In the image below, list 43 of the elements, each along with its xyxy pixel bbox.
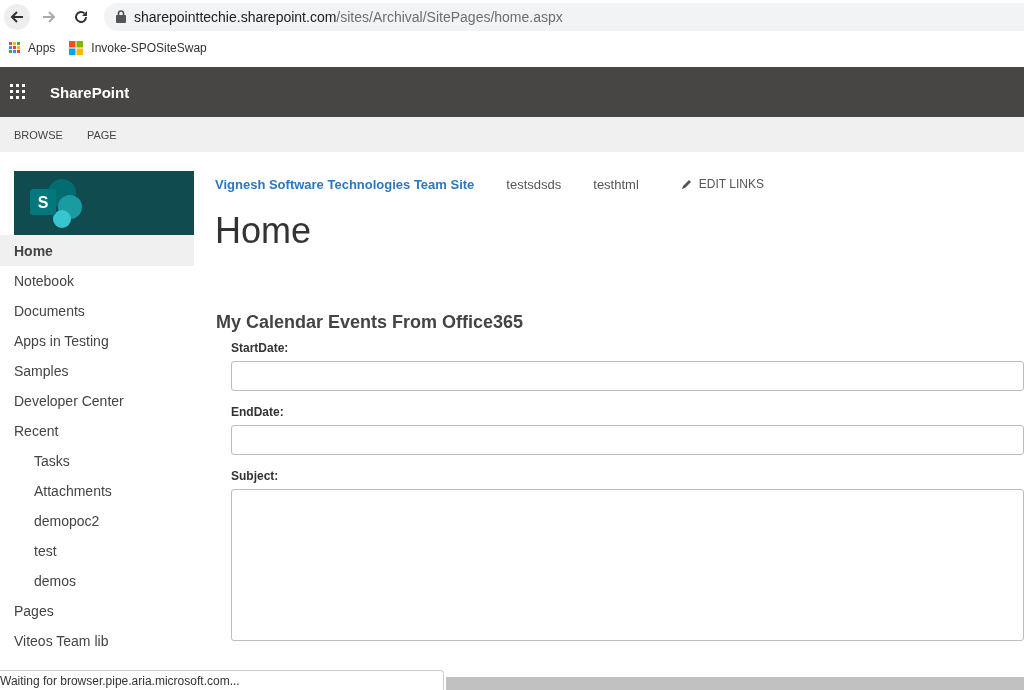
page-title: Home (215, 210, 313, 253)
edit-links-button[interactable]: EDIT LINKS (680, 177, 764, 191)
nav-link[interactable]: test (0, 536, 194, 566)
nav-link[interactable]: Notebook (0, 266, 194, 296)
scrollbar[interactable] (446, 677, 1024, 690)
reload-icon (73, 8, 89, 25)
input-field[interactable] (231, 361, 1024, 391)
nav-link[interactable]: demos (0, 566, 194, 596)
nav-link[interactable]: testsdsds (506, 176, 562, 192)
app-launcher-icon[interactable] (10, 84, 26, 100)
section-heading: My Calendar Events From Office365 (216, 312, 525, 333)
nav-link[interactable]: Attachments (0, 476, 194, 506)
bookmark[interactable]: Apps (9, 40, 56, 55)
site-title-link[interactable]: Vignesh Software Technologies Team Site (215, 176, 475, 192)
apps-grid-icon (9, 42, 20, 53)
ribbon-tab[interactable]: PAGE (86, 128, 117, 141)
nav-link[interactable]: Developer Center (0, 386, 194, 416)
nav-link[interactable]: Documents (0, 296, 194, 326)
windows-logo-icon (69, 40, 84, 55)
nav-link[interactable]: Viteos Team lib (0, 626, 194, 656)
lock-icon (116, 10, 126, 23)
nav-link[interactable]: Home (0, 235, 194, 266)
ribbon-tab[interactable]: BROWSE (14, 128, 63, 141)
address-bar[interactable]: sharepointtechie.sharepoint.com/sites/Archival/SitePages/home.aspx (104, 2, 1024, 31)
field-label: Subject: (231, 469, 280, 485)
app-title[interactable]: SharePoint (50, 83, 130, 101)
nav-link[interactable]: testhtml (593, 176, 639, 192)
back-button[interactable] (4, 3, 30, 30)
nav-link[interactable]: demopoc2 (0, 506, 194, 536)
bookmark[interactable]: Invoke-SPOSiteSwap (69, 40, 207, 55)
nav-link[interactable]: Pages (0, 596, 194, 626)
site-logo[interactable]: S (14, 171, 194, 235)
nav-link[interactable]: Apps in Testing (0, 326, 194, 356)
back-arrow-icon (9, 8, 25, 25)
status-text: Waiting for browser.pipe.aria.microsoft.com... (0, 670, 444, 690)
field-label: StartDate: (231, 341, 290, 357)
nav-link[interactable]: Tasks (0, 446, 194, 476)
nav-link[interactable]: Samples (0, 356, 194, 386)
input-field[interactable] (231, 425, 1024, 455)
nav-link[interactable]: Recent (0, 416, 194, 446)
forward-arrow-icon (41, 8, 57, 25)
pencil-icon (680, 178, 693, 190)
field-label: EndDate: (231, 405, 285, 421)
